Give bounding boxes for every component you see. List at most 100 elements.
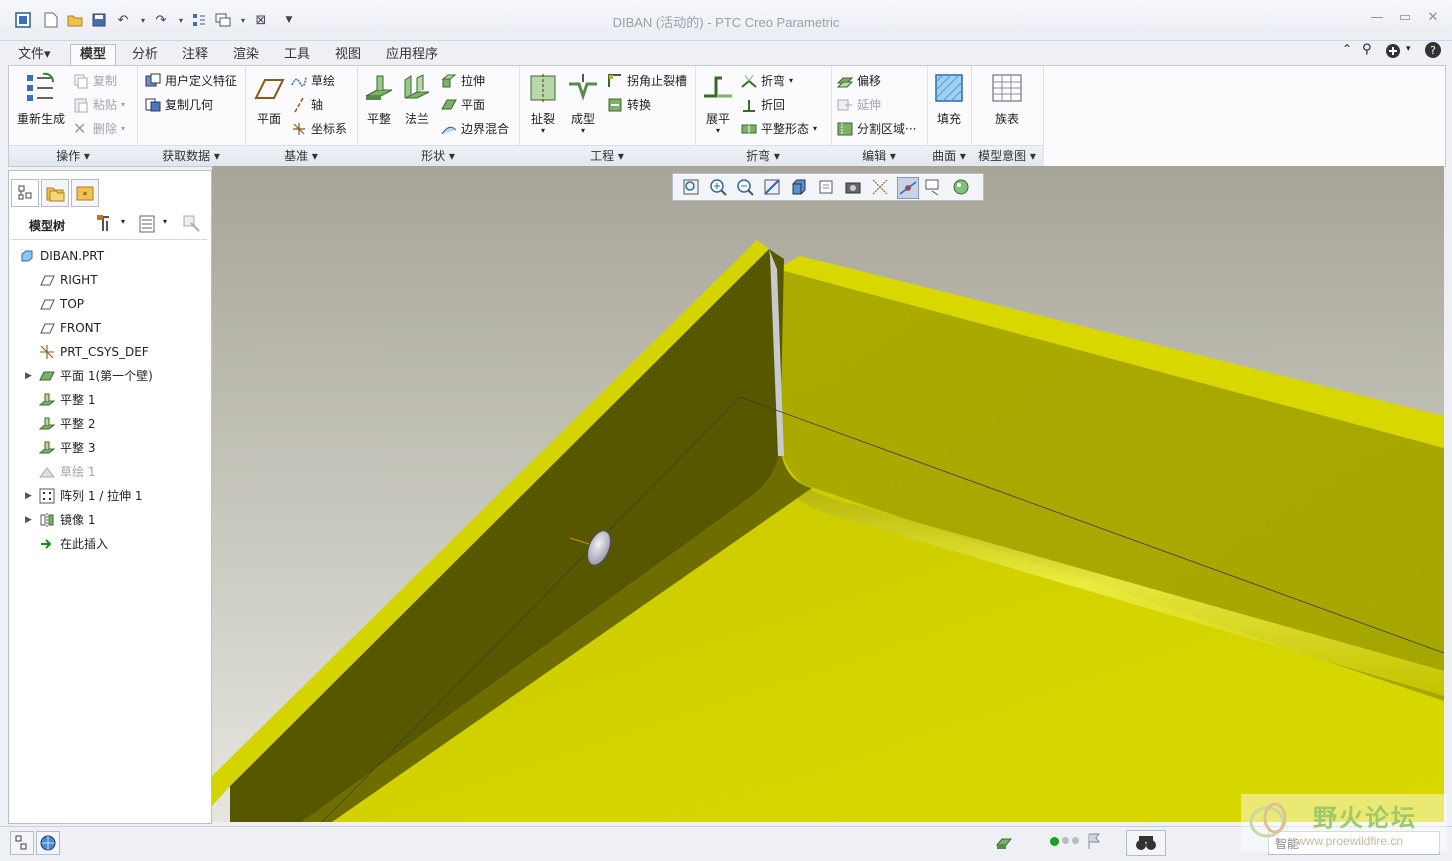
expand-arrow-icon[interactable]: ▶ <box>25 365 32 387</box>
group-shapes-footer[interactable]: 形状 ▾ <box>357 145 519 166</box>
delete-button[interactable]: ✕ 删除 ▾ <box>73 120 125 137</box>
maximize-icon[interactable]: ▭ <box>1394 10 1416 28</box>
tree-settings-button[interactable] <box>95 213 117 238</box>
find-button[interactable] <box>1126 830 1166 856</box>
regen-status-icon[interactable] <box>994 833 1014 856</box>
planar-button[interactable]: 平面 <box>441 96 485 113</box>
tree-item[interactable]: 平整 1 <box>39 389 95 411</box>
tree-settings-dropdown-icon[interactable]: ▾ <box>121 217 125 226</box>
flat-state-button[interactable]: 平整形态 ▾ <box>741 120 817 137</box>
unbend-dropdown-icon[interactable]: ▾ <box>699 127 737 135</box>
tree-item[interactable]: 在此插入 <box>39 533 108 555</box>
tree-columns-button[interactable] <box>137 213 159 238</box>
close-icon[interactable]: ✕ <box>1422 10 1444 28</box>
graphics-window[interactable] <box>212 166 1444 822</box>
tree-item[interactable]: 平整 3 <box>39 437 95 459</box>
tree-item[interactable]: 草绘 1 <box>39 461 95 483</box>
form-dropdown-icon[interactable]: ▾ <box>563 127 603 135</box>
tree-item[interactable]: RIGHT <box>39 269 98 291</box>
tab-file[interactable]: 文件▾ <box>8 44 61 66</box>
tree-item[interactable]: 平整 2 <box>39 413 95 435</box>
spin-center-icon[interactable] <box>897 177 919 199</box>
refit-icon[interactable] <box>681 177 701 197</box>
search-icon[interactable]: ⚲ <box>1362 42 1372 57</box>
tree-item[interactable]: FRONT <box>39 317 101 339</box>
group-datum-footer[interactable]: 基准 ▾ <box>245 145 357 166</box>
bend-dropdown-icon[interactable]: ▾ <box>789 76 793 85</box>
sketch-button[interactable]: 草绘 <box>291 72 335 89</box>
tree-filter-button[interactable] <box>181 213 203 238</box>
minimize-icon[interactable]: — <box>1366 10 1388 28</box>
bend-button[interactable]: 折弯 ▾ <box>741 72 793 89</box>
rip-button[interactable]: 扯裂 ▾ <box>523 72 563 135</box>
boundary-blend-button[interactable]: 边界混合 <box>441 120 509 137</box>
tab-annotate[interactable]: 注释 <box>172 44 218 66</box>
paste-dropdown-icon[interactable]: ▾ <box>121 100 125 109</box>
bend-back-button[interactable]: 折回 <box>741 96 785 113</box>
extend-button[interactable]: 延伸 <box>837 96 881 113</box>
tree-item[interactable]: DIBAN.PRT <box>19 245 104 267</box>
tab-tools[interactable]: 工具 <box>274 44 320 66</box>
display-style-icon[interactable] <box>789 177 809 197</box>
group-surfaces-footer[interactable]: 曲面 ▾ <box>927 145 971 166</box>
view-manager-icon[interactable] <box>843 177 863 197</box>
tree-item[interactable]: ▶ 镜像 1 <box>25 509 95 531</box>
flat-state-dropdown-icon[interactable]: ▾ <box>813 124 817 133</box>
annotation-display-icon[interactable] <box>924 177 944 197</box>
datum-display-icon[interactable] <box>870 177 890 197</box>
csys-button[interactable]: 坐标系 <box>291 120 347 137</box>
unbend-button[interactable]: 展平 ▾ <box>699 72 737 135</box>
group-bends-footer[interactable]: 折弯 ▾ <box>695 145 831 166</box>
datum-plane-button[interactable]: 平面 <box>251 72 287 127</box>
help-center-icon[interactable] <box>1384 42 1402 63</box>
repaint-icon[interactable] <box>762 177 782 197</box>
offset-button[interactable]: 偏移 <box>836 72 881 89</box>
appearance-icon[interactable] <box>951 177 971 197</box>
family-table-button[interactable]: 族表 <box>985 72 1029 127</box>
browser-button[interactable] <box>36 831 60 855</box>
collapse-ribbon-icon[interactable]: ⌃ <box>1342 42 1352 56</box>
copy-geometry-button[interactable]: 复制几何 <box>145 96 213 113</box>
tree-columns-dropdown-icon[interactable]: ▾ <box>163 217 167 226</box>
tab-model-tree[interactable] <box>11 179 39 207</box>
help-icon[interactable]: ? <box>1424 41 1442 62</box>
flag-icon[interactable] <box>1086 832 1102 853</box>
tree-item[interactable]: ▶ 平面 1(第一个壁) <box>25 365 153 387</box>
zoom-in-icon[interactable] <box>708 177 728 197</box>
corner-relief-button[interactable]: 拐角止裂槽 <box>607 72 687 89</box>
paste-button[interactable]: 粘贴 ▾ <box>73 96 125 113</box>
tab-favorites[interactable]: * <box>71 179 99 207</box>
rip-dropdown-icon[interactable]: ▾ <box>523 127 563 135</box>
tab-view[interactable]: 视图 <box>325 44 371 66</box>
tab-applications[interactable]: 应用程序 <box>376 44 448 66</box>
delete-dropdown-icon[interactable]: ▾ <box>121 124 125 133</box>
fill-button[interactable]: 填充 <box>931 72 967 127</box>
group-operations-footer[interactable]: 操作 ▾ <box>9 145 137 166</box>
group-get-data-footer[interactable]: 获取数据 ▾ <box>137 145 245 166</box>
tree-item[interactable]: PRT_CSYS_DEF <box>39 341 149 363</box>
toggle-navigator-button[interactable] <box>10 831 34 855</box>
expand-arrow-icon[interactable]: ▶ <box>25 509 32 531</box>
help-dropdown-icon[interactable]: ▾ <box>1406 44 1411 54</box>
zoom-out-icon[interactable] <box>735 177 755 197</box>
regenerate-button[interactable]: 重新生成 <box>13 72 69 127</box>
tree-item[interactable]: TOP <box>39 293 84 315</box>
group-model-intent-footer[interactable]: 模型意图 ▾ <box>971 145 1043 166</box>
flange-button[interactable]: 法兰 <box>399 72 435 127</box>
extrude-button[interactable]: 拉伸 <box>441 72 485 89</box>
tab-model[interactable]: 模型 <box>70 44 117 66</box>
tree-item[interactable]: ▶ 阵列 1 / 拉伸 1 <box>25 485 143 507</box>
saved-orientations-icon[interactable] <box>816 177 836 197</box>
expand-arrow-icon[interactable]: ▶ <box>25 485 32 507</box>
group-editing-footer[interactable]: 编辑 ▾ <box>831 145 927 166</box>
flat-button[interactable]: 平整 <box>361 72 397 127</box>
form-button[interactable]: 成型 ▾ <box>563 72 603 135</box>
group-engineering-footer[interactable]: 工程 ▾ <box>519 145 695 166</box>
tab-analysis[interactable]: 分析 <box>122 44 168 66</box>
udf-button[interactable]: 用户定义特征 <box>145 72 237 89</box>
split-area-button[interactable]: 分割区域··· <box>837 120 916 137</box>
convert-button[interactable]: 转换 <box>607 96 651 113</box>
tab-render[interactable]: 渲染 <box>223 44 269 66</box>
copy-button[interactable]: 复制 <box>73 72 117 89</box>
axis-button[interactable]: 轴 <box>291 96 323 113</box>
